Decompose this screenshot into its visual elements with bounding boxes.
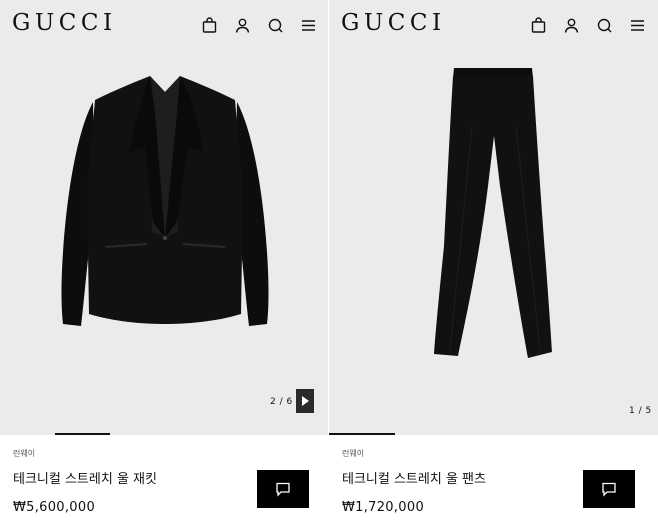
chat-icon [276, 482, 290, 497]
chat-icon [602, 482, 616, 497]
carousel-progress-bar [55, 433, 110, 435]
search-icon[interactable] [596, 17, 613, 34]
pants-image[interactable] [432, 66, 554, 360]
product-card-jacket: GUCCI 2 / 6 런웨이 테크니컬 스트레치 울 재킷 ₩5,600,00… [0, 0, 329, 528]
play-icon [302, 396, 309, 406]
gucci-logo[interactable]: GUCCI [12, 10, 117, 36]
menu-icon[interactable] [300, 17, 317, 34]
product-card-pants: GUCCI 1 / 5 런웨이 테크니컬 스트레치 울 팬츠 ₩1,720,00… [329, 0, 658, 528]
carousel-progress-bar [329, 433, 395, 435]
site-header: GUCCI [329, 0, 658, 52]
product-price: ₩5,600,000 [13, 500, 96, 515]
header-icons [530, 17, 646, 34]
jacket-image[interactable] [55, 72, 275, 332]
gucci-logo[interactable]: GUCCI [341, 10, 446, 36]
product-name[interactable]: 테크니컬 스트레치 울 팬츠 [342, 468, 486, 487]
panel-divider [328, 0, 329, 528]
product-info: 런웨이 테크니컬 스트레치 울 팬츠 ₩1,720,000 [329, 437, 658, 528]
image-pager: 2 / 6 [270, 397, 293, 407]
site-header: GUCCI [0, 0, 329, 52]
chat-button[interactable] [257, 470, 309, 508]
shopping-bag-icon[interactable] [530, 17, 547, 34]
header-icons [201, 17, 317, 34]
user-icon[interactable] [234, 17, 251, 34]
search-icon[interactable] [267, 17, 284, 34]
shopping-bag-icon[interactable] [201, 17, 218, 34]
product-price: ₩1,720,000 [342, 500, 425, 515]
product-label: 런웨이 [13, 449, 36, 458]
product-name[interactable]: 테크니컬 스트레치 울 재킷 [13, 468, 157, 487]
image-pager: 1 / 5 [629, 406, 652, 416]
product-label: 런웨이 [342, 449, 365, 458]
user-icon[interactable] [563, 17, 580, 34]
chat-button[interactable] [583, 470, 635, 508]
video-play-button[interactable] [296, 389, 314, 413]
product-info: 런웨이 테크니컬 스트레치 울 재킷 ₩5,600,000 [0, 437, 329, 528]
menu-icon[interactable] [629, 17, 646, 34]
